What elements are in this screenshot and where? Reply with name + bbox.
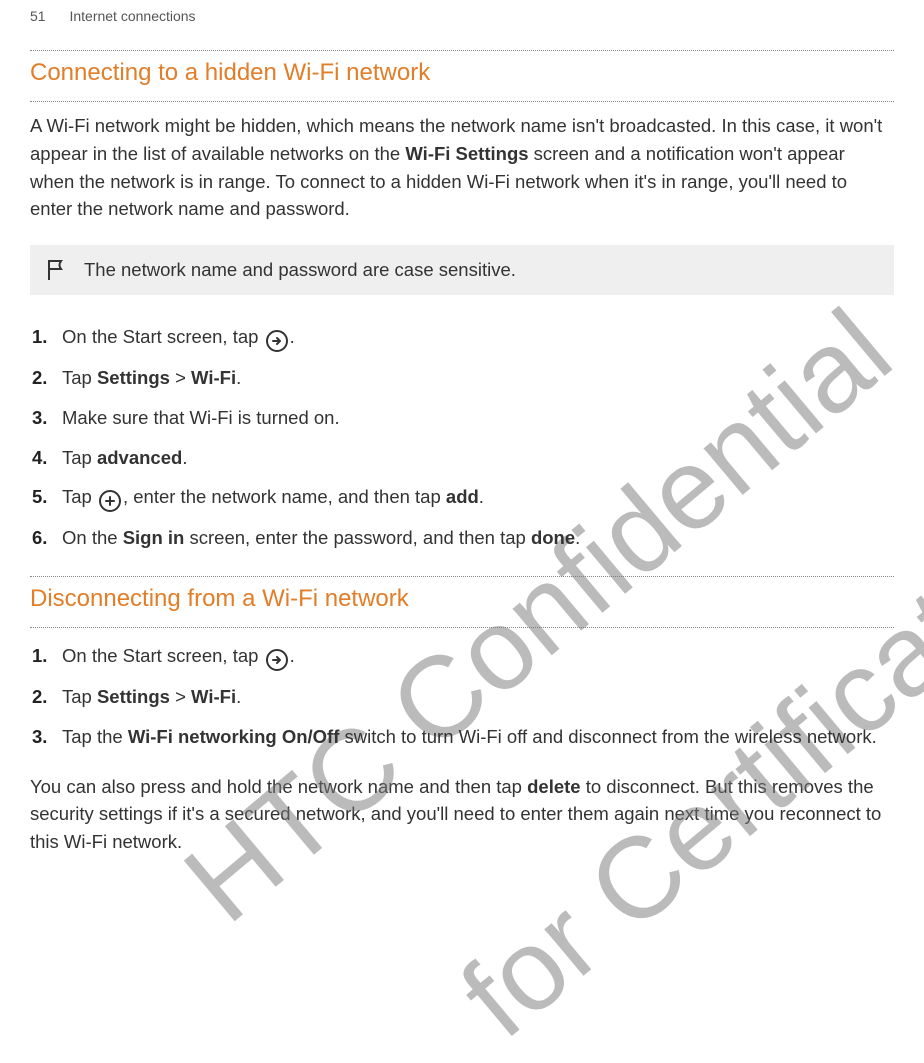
outro-paragraph: You can also press and hold the network … (30, 767, 894, 868)
callout-text: The network name and password are case s… (84, 259, 516, 281)
page-header: 51 Internet connections (0, 0, 924, 42)
bold-text: Settings (97, 686, 170, 707)
divider (30, 576, 894, 577)
arrow-right-circle-icon (266, 649, 288, 671)
text: Tap (62, 686, 97, 707)
text: Tap the (62, 726, 128, 747)
text: > (170, 367, 191, 388)
text: . (290, 326, 295, 347)
bold-text: Wi-Fi networking On/Off (128, 726, 340, 747)
intro-paragraph: A Wi-Fi network might be hidden, which m… (30, 106, 894, 235)
step-item: On the Start screen, tap . (62, 636, 894, 677)
bold-text: done (531, 527, 575, 548)
divider (30, 627, 894, 628)
text: switch to turn Wi-Fi off and disconnect … (339, 726, 876, 747)
step-item: Tap advanced. (62, 438, 894, 478)
callout-note: The network name and password are case s… (30, 245, 894, 295)
text: On the (62, 527, 123, 548)
bold-text: advanced (97, 447, 182, 468)
bold-text: delete (527, 776, 580, 797)
text: On the Start screen, tap (62, 645, 264, 666)
bold-text: Sign in (123, 527, 185, 548)
divider (30, 101, 894, 102)
text: . (479, 486, 484, 507)
text: . (236, 686, 241, 707)
page-number: 51 (30, 8, 46, 24)
bold-text: add (446, 486, 479, 507)
plus-circle-icon (99, 490, 121, 512)
text: You can also press and hold the network … (30, 776, 527, 797)
text: . (182, 447, 187, 468)
step-item: Tap , enter the network name, and then t… (62, 477, 894, 518)
section-title-disconnecting: Disconnecting from a Wi-Fi network (30, 581, 894, 619)
steps-list-disconnecting: On the Start screen, tap . Tap Settings … (30, 632, 894, 767)
divider (30, 50, 894, 51)
text: On the Start screen, tap (62, 326, 264, 347)
step-item: Tap Settings > Wi-Fi. (62, 677, 894, 717)
text: Make sure that Wi-Fi is turned on. (62, 407, 340, 428)
text: , enter the network name, and then tap (123, 486, 446, 507)
step-item: On the Sign in screen, enter the passwor… (62, 518, 894, 558)
breadcrumb: Internet connections (69, 8, 195, 24)
section-connecting: Connecting to a hidden Wi-Fi network A W… (0, 50, 924, 568)
bold-text: Wi-Fi (191, 686, 236, 707)
step-item: On the Start screen, tap . (62, 317, 894, 358)
text: . (236, 367, 241, 388)
step-item: Make sure that Wi-Fi is turned on. (62, 398, 894, 438)
bold-text: Wi-Fi Settings (405, 143, 528, 164)
steps-list-connecting: On the Start screen, tap . Tap Settings … (30, 313, 894, 568)
text: Tap (62, 447, 97, 468)
flag-icon (46, 259, 66, 281)
arrow-right-circle-icon (266, 330, 288, 352)
text: Tap (62, 367, 97, 388)
text: > (170, 686, 191, 707)
text: . (290, 645, 295, 666)
text: Tap (62, 486, 97, 507)
step-item: Tap Settings > Wi-Fi. (62, 358, 894, 398)
section-title-connecting: Connecting to a hidden Wi-Fi network (30, 55, 894, 93)
bold-text: Wi-Fi (191, 367, 236, 388)
step-item: Tap the Wi-Fi networking On/Off switch t… (62, 717, 894, 757)
text: screen, enter the password, and then tap (184, 527, 531, 548)
bold-text: Settings (97, 367, 170, 388)
section-disconnecting: Disconnecting from a Wi-Fi network On th… (0, 576, 924, 868)
text: . (575, 527, 580, 548)
